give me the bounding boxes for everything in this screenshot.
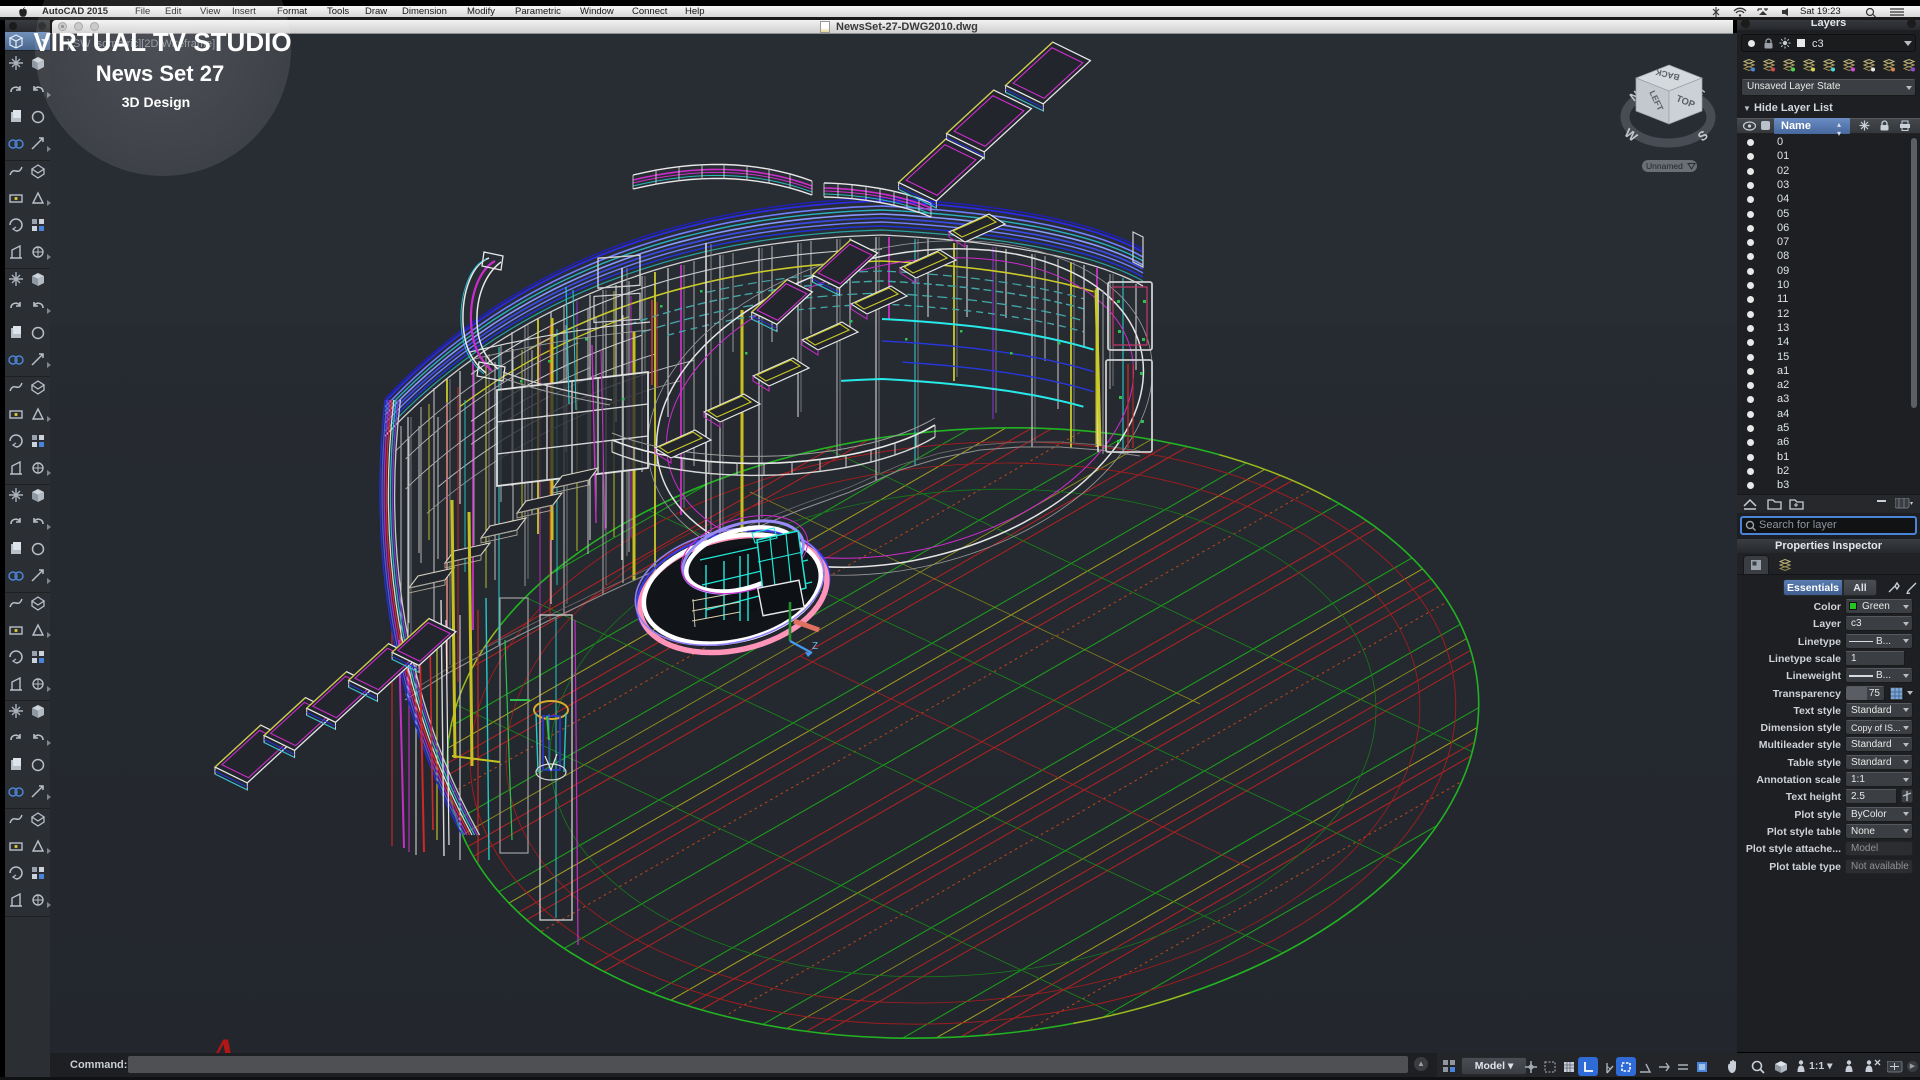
svg-text:Z: Z xyxy=(812,641,818,652)
svg-text:A: A xyxy=(207,1030,237,1053)
svg-text:Unnamed: Unnamed xyxy=(1646,161,1683,171)
